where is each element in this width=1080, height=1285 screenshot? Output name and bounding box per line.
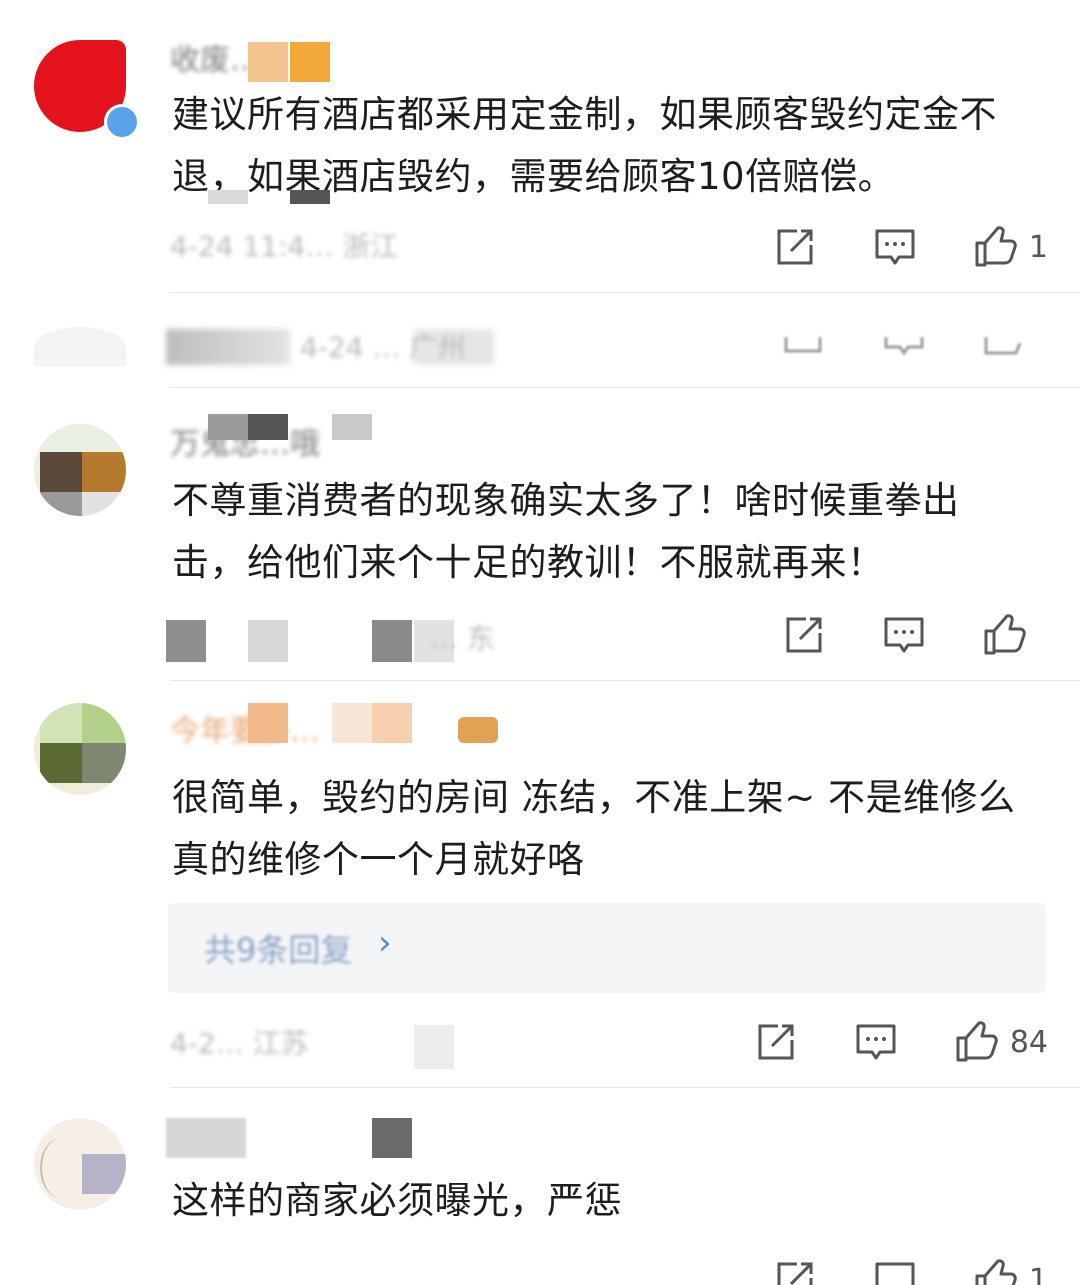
comment-meta: 4-2… 江苏 [170,1027,309,1060]
like-button[interactable]: 1 [973,225,1048,269]
comment-text: 很简单，毁约的房间 冻结，不准上架~ 不是维修么 真的维修个一个月就好咯 [172,776,1016,881]
mosaic-block [290,42,330,82]
avatar[interactable] [34,327,126,367]
mosaic-block [458,717,498,743]
like-button[interactable] [982,322,1048,366]
comment-actions: 1 [717,1258,1048,1285]
share-icon [777,229,813,265]
mosaic-block [208,414,248,440]
thumbs-up-icon [975,226,1017,267]
comment-text: 这样的商家必须曝光，严惩 [172,1179,622,1222]
verified-badge-icon [104,104,140,140]
mosaic-block [248,414,288,440]
reply-thread-button[interactable]: 共9条回复 › [168,903,1046,993]
like-button[interactable]: 84 [954,1020,1048,1064]
mosaic-block [248,42,288,82]
mosaic-block [372,1118,412,1158]
like-count: 1 [1028,1262,1048,1285]
like-button[interactable]: 1 [973,1258,1048,1285]
comment-item: … 这样的商家必须曝光，严惩 1 [0,1088,1080,1285]
share-button[interactable] [773,1258,817,1285]
thumbs-up-icon [975,1259,1017,1285]
comment-button[interactable] [873,1258,917,1285]
comment-icon [875,1262,915,1285]
comment-item: 收废… 建议所有酒店都采用定金制，如果顾客毁约定金不退，如果酒店毁约，需要给顾客… [0,0,1080,293]
share-icon [777,1262,813,1285]
comment-username[interactable]: 今年要多… [170,711,320,753]
mosaic-block [166,329,290,365]
mosaic-block [248,620,288,662]
thumbs-up-icon [984,614,1026,655]
reply-count-label: 共9条回复 [204,931,353,969]
comment-icon [884,337,924,356]
share-button[interactable] [754,1020,798,1064]
comment-item: 4-24 … 广州 [0,293,1080,388]
share-button[interactable] [773,225,817,269]
comment-actions [726,329,1048,359]
avatar[interactable] [34,1118,126,1210]
comment-actions: 84 [698,1017,1048,1067]
comment-meta: 4-24 11:4… 浙江 [170,230,399,263]
like-count: 84 [1009,1024,1048,1060]
mosaic-block [372,620,412,662]
avatar[interactable] [34,424,126,516]
thumbs-up-icon [956,1021,998,1062]
share-button[interactable] [782,322,826,366]
share-button[interactable] [782,613,826,657]
comment-button[interactable] [882,613,926,657]
avatar[interactable] [34,703,126,795]
mosaic-block [372,703,412,743]
comment-meta: 4-24 … 广州 [300,331,466,364]
comment-meta: … 东 [430,622,495,655]
share-icon [758,1024,794,1060]
like-button[interactable] [982,613,1048,657]
mosaic-block [248,703,288,743]
comment-username[interactable]: 收废… [170,40,260,82]
comment-actions: 1 [717,222,1048,272]
comment-button[interactable] [873,225,917,269]
mosaic-block [332,414,372,440]
comment-button[interactable] [882,322,926,366]
mosaic-block [166,620,206,662]
comment-button[interactable] [854,1020,898,1064]
comment-actions [726,610,1048,660]
like-count: 1 [1028,229,1048,265]
comment-icon [856,1024,896,1060]
mosaic-block [414,1025,454,1069]
comment-text: 不尊重消费者的现象确实太多了！啥时候重拳出击，给他们来个十足的教训！不服就再来！ [172,479,960,584]
mosaic-block [166,1118,246,1158]
thumbs-up-icon [984,337,1022,355]
chevron-right-icon: › [378,923,392,963]
comment-item: 今年要多… 很简单，毁约的房间 冻结，不准上架~ 不是维修么 真的维修个一个月就… [0,681,1080,1088]
comment-icon [875,229,915,265]
comment-item: 万鬼忠…哦 不尊重消费者的现象确实太多了！啥时候重拳出击，给他们来个十足的教训！… [0,388,1080,681]
share-icon [784,337,822,353]
mosaic-block [290,190,330,204]
mosaic-block [332,703,372,743]
share-icon [786,617,822,653]
comment-icon [884,617,924,653]
mosaic-block [208,190,248,204]
